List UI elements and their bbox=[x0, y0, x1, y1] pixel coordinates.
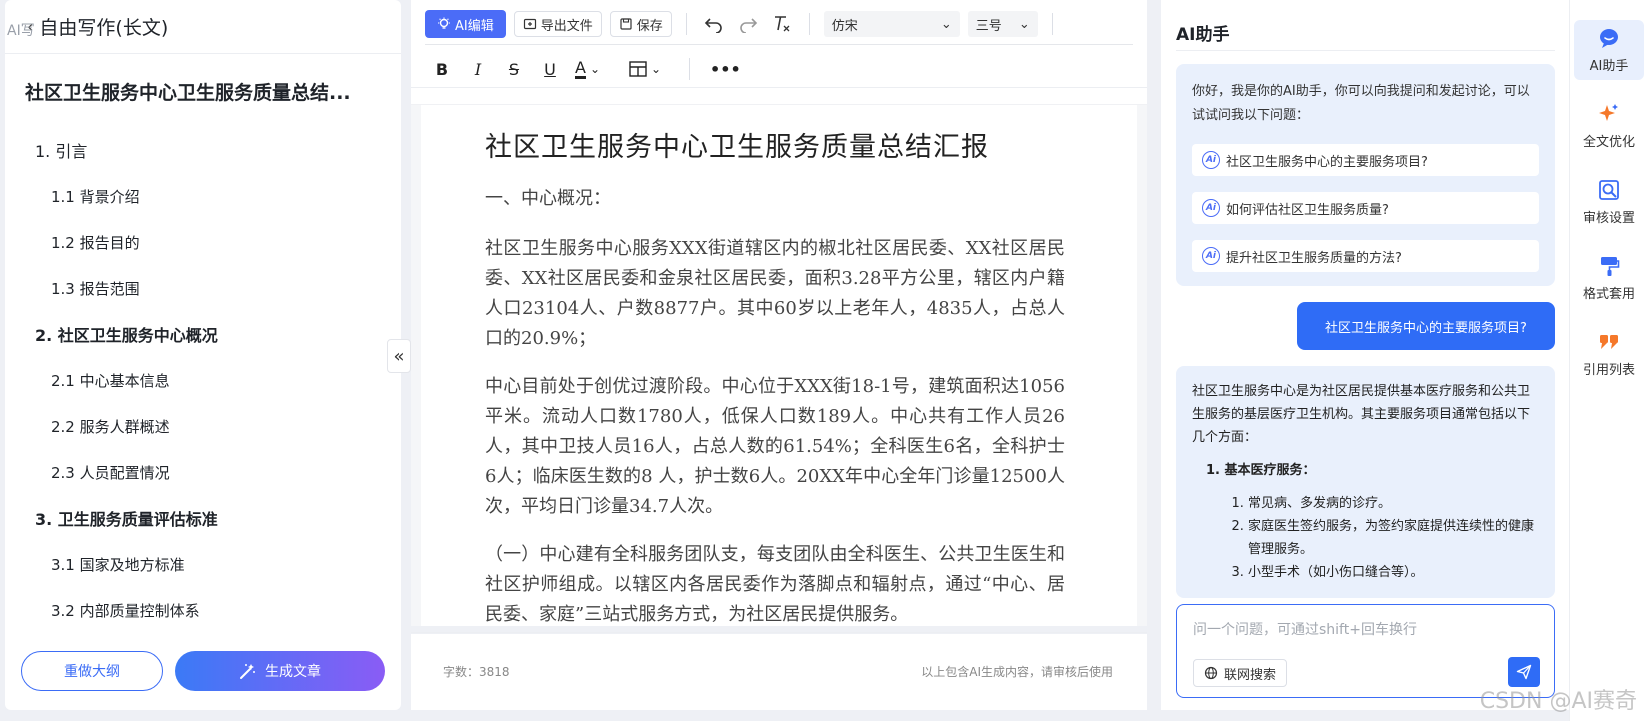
export-icon bbox=[523, 18, 536, 30]
globe-icon bbox=[1204, 666, 1218, 680]
collapse-panel-button[interactable]: « bbox=[387, 339, 411, 373]
greeting-text: 你好，我是你的AI助手，你可以向我提问和发起讨论，可以试试问我以下问题： bbox=[1192, 84, 1530, 123]
answer-heading: 1. 基本医疗服务： bbox=[1206, 463, 1316, 478]
redo-icon[interactable] bbox=[735, 11, 761, 37]
table-icon[interactable]: ⌄ bbox=[629, 61, 669, 77]
rail-item-full-optimize[interactable]: 全文优化 bbox=[1574, 96, 1644, 156]
list-item: 家庭医生签约服务，为签约家庭提供连续性的健康管理服务。 bbox=[1248, 515, 1539, 561]
outline-item[interactable]: 3.2 内部质量控制体系 bbox=[5, 587, 401, 633]
outline-item[interactable]: 1. 引言 bbox=[5, 127, 401, 173]
answer-intro: 社区卫生服务中心是为社区居民提供基本医疗服务和公共卫生服务的基层医疗卫生机构。其… bbox=[1192, 384, 1531, 445]
watermark: CSDN @AI赛奇 bbox=[1479, 689, 1637, 714]
send-icon bbox=[1516, 664, 1532, 680]
message-list[interactable]: 你好，我是你的AI助手，你可以向我提问和发起讨论，可以试试问我以下问题： Ai … bbox=[1176, 64, 1555, 602]
editor: AI编辑 导出文件 保存 仿宋 ⌄ 三号 ⌄ B I S U A ⌄ ⌄ •••… bbox=[411, 0, 1147, 710]
save-button[interactable]: 保存 bbox=[609, 11, 672, 37]
rail-item-citation-list[interactable]: 引用列表 bbox=[1574, 324, 1644, 384]
clear-format-icon[interactable] bbox=[769, 11, 795, 37]
suggestion-item[interactable]: Ai 提升社区卫生服务质量的方法? bbox=[1192, 240, 1539, 272]
format-brush-icon bbox=[1598, 255, 1620, 277]
quote-icon bbox=[1598, 331, 1620, 353]
lightbulb-icon bbox=[438, 17, 450, 29]
document-heading: 社区卫生服务中心卫生服务质量总结汇报 bbox=[485, 132, 989, 163]
welcome-message: 你好，我是你的AI助手，你可以向我提问和发起讨论，可以试试问我以下问题： Ai … bbox=[1176, 64, 1555, 286]
toolbar-separator bbox=[425, 44, 1133, 45]
ai-badge-icon: Ai bbox=[1202, 247, 1220, 265]
strikethrough-icon[interactable]: S bbox=[503, 60, 525, 79]
font-family-select[interactable]: 仿宋 ⌄ bbox=[823, 11, 960, 37]
ai-assistant-panel: AI助手 你好，我是你的AI助手，你可以向我提问和发起讨论，可以试试问我以下问题… bbox=[1161, 0, 1569, 710]
redo-outline-button[interactable]: 重做大纲 bbox=[21, 651, 163, 691]
user-message: 社区卫生服务中心的主要服务项目? bbox=[1297, 302, 1555, 350]
mode-title: 自由写作(长文) bbox=[39, 17, 169, 39]
toolbar-divider bbox=[1051, 13, 1053, 35]
chat-input[interactable] bbox=[1193, 617, 1533, 643]
outline-list: 1. 引言 1.1 背景介绍 1.2 报告目的 1.3 报告范围 2. 社区卫生… bbox=[5, 105, 401, 633]
assistant-title: AI助手 bbox=[1176, 25, 1230, 45]
document-canvas[interactable]: 社区卫生服务中心卫生服务质量总结汇报 一、中心概况： 社区卫生服务中心服务XXX… bbox=[411, 104, 1147, 626]
italic-icon[interactable]: I bbox=[467, 60, 489, 79]
toolbar-divider bbox=[808, 13, 810, 35]
toolbar-divider bbox=[689, 58, 690, 80]
ai-answer: 社区卫生服务中心是为社区居民提供基本医疗服务和公共卫生服务的基层医疗卫生机构。其… bbox=[1176, 366, 1555, 598]
magic-wand-icon bbox=[240, 664, 255, 679]
font-color-icon[interactable]: A ⌄ bbox=[575, 59, 615, 79]
toolbar-divider bbox=[685, 13, 687, 35]
outline-item[interactable]: 3.1 国家及地方标准 bbox=[5, 541, 401, 587]
web-search-button[interactable]: 联网搜索 bbox=[1193, 659, 1288, 687]
outline-panel: AI写 ‹ 自由写作(长文) 社区卫生服务中心卫生服务质量总结... 1. 引言… bbox=[5, 0, 401, 710]
chevron-down-icon: ⌄ bbox=[1018, 16, 1030, 32]
generate-article-label: 生成文章 bbox=[265, 664, 321, 680]
ghost-label: AI写 bbox=[7, 23, 35, 39]
outline-item[interactable]: 1.3 报告范围 bbox=[5, 265, 401, 311]
undo-icon[interactable] bbox=[701, 11, 727, 37]
more-icon[interactable]: ••• bbox=[710, 60, 741, 79]
ai-badge-icon: Ai bbox=[1202, 151, 1220, 169]
save-icon bbox=[620, 18, 632, 30]
paragraph: （一）中心建有全科服务团队支，每支团队由全科医生、公共卫生医生和社区护师组成。以… bbox=[485, 544, 1065, 625]
double-chevron-left-icon: « bbox=[393, 345, 405, 367]
underline-icon[interactable]: U bbox=[539, 60, 561, 79]
ai-edit-button[interactable]: AI编辑 bbox=[425, 10, 506, 38]
editor-footer: 字数：3818 以上包含AI生成内容，请审核后使用 bbox=[411, 632, 1147, 710]
outline-item[interactable]: 2. 社区卫生服务中心概况 bbox=[5, 311, 401, 357]
list-item: 小型手术（如小伤口缝合等）。 bbox=[1248, 561, 1539, 584]
document-page[interactable]: 社区卫生服务中心卫生服务质量总结汇报 一、中心概况： 社区卫生服务中心服务XXX… bbox=[485, 125, 1065, 626]
chevron-down-icon: ⌄ bbox=[940, 16, 952, 32]
rail-item-format-apply[interactable]: 格式套用 bbox=[1574, 248, 1644, 308]
section-heading: 一、中心概况： bbox=[485, 188, 611, 209]
rail-item-ai-assistant[interactable]: AI助手 bbox=[1574, 20, 1644, 80]
document-title: 社区卫生服务中心卫生服务质量总结... bbox=[25, 82, 351, 104]
word-count: 字数：3818 bbox=[443, 665, 510, 679]
font-size-select[interactable]: 三号 ⌄ bbox=[967, 11, 1038, 37]
ai-badge-icon: Ai bbox=[1202, 199, 1220, 217]
outline-item[interactable]: 2.1 中心基本信息 bbox=[5, 357, 401, 403]
generate-article-button[interactable]: 生成文章 bbox=[175, 651, 385, 691]
suggestion-item[interactable]: Ai 社区卫生服务中心的主要服务项目? bbox=[1192, 144, 1539, 176]
outline-item[interactable]: 2.2 服务人群概述 bbox=[5, 403, 401, 449]
outline-item[interactable]: 1.2 报告目的 bbox=[5, 219, 401, 265]
rail-item-review-settings[interactable]: 审核设置 bbox=[1574, 172, 1644, 232]
outline-footer: 重做大纲 生成文章 bbox=[5, 632, 401, 710]
paragraph: 社区卫生服务中心服务XXX街道辖区内的椒北社区居民委、XX社区居民委、XX社区居… bbox=[485, 238, 1065, 349]
paragraph: 中心目前处于创优过渡阶段。中心位于XXX街18-1号，建筑面积达1056平米。流… bbox=[485, 376, 1065, 517]
export-file-button[interactable]: 导出文件 bbox=[513, 11, 602, 37]
review-search-icon bbox=[1598, 179, 1620, 201]
ai-disclaimer: 以上包含AI生成内容，请审核后使用 bbox=[921, 665, 1113, 679]
editor-toolbar: AI编辑 导出文件 保存 仿宋 ⌄ 三号 ⌄ B I S U A ⌄ ⌄ ••• bbox=[411, 0, 1147, 88]
right-tool-rail: AI助手 全文优化 审核设置 格式套用 引用列表 bbox=[1569, 0, 1647, 721]
list-item: 常见病、多发病的诊疗。 bbox=[1248, 492, 1539, 515]
outline-item[interactable]: 2.3 人员配置情况 bbox=[5, 449, 401, 495]
suggestion-item[interactable]: Ai 如何评估社区卫生服务质量? bbox=[1192, 192, 1539, 224]
answer-list: 常见病、多发病的诊疗。 家庭医生签约服务，为签约家庭提供连续性的健康管理服务。 … bbox=[1192, 492, 1539, 584]
outline-item[interactable]: 1.1 背景介绍 bbox=[5, 173, 401, 219]
bold-icon[interactable]: B bbox=[431, 60, 453, 79]
sparkle-icon bbox=[1598, 103, 1620, 125]
outline-header: AI写 ‹ 自由写作(长文) bbox=[5, 0, 401, 54]
chat-bubble-icon bbox=[1598, 27, 1620, 49]
outline-item[interactable]: 3. 卫生服务质量评估标准 bbox=[5, 495, 401, 541]
